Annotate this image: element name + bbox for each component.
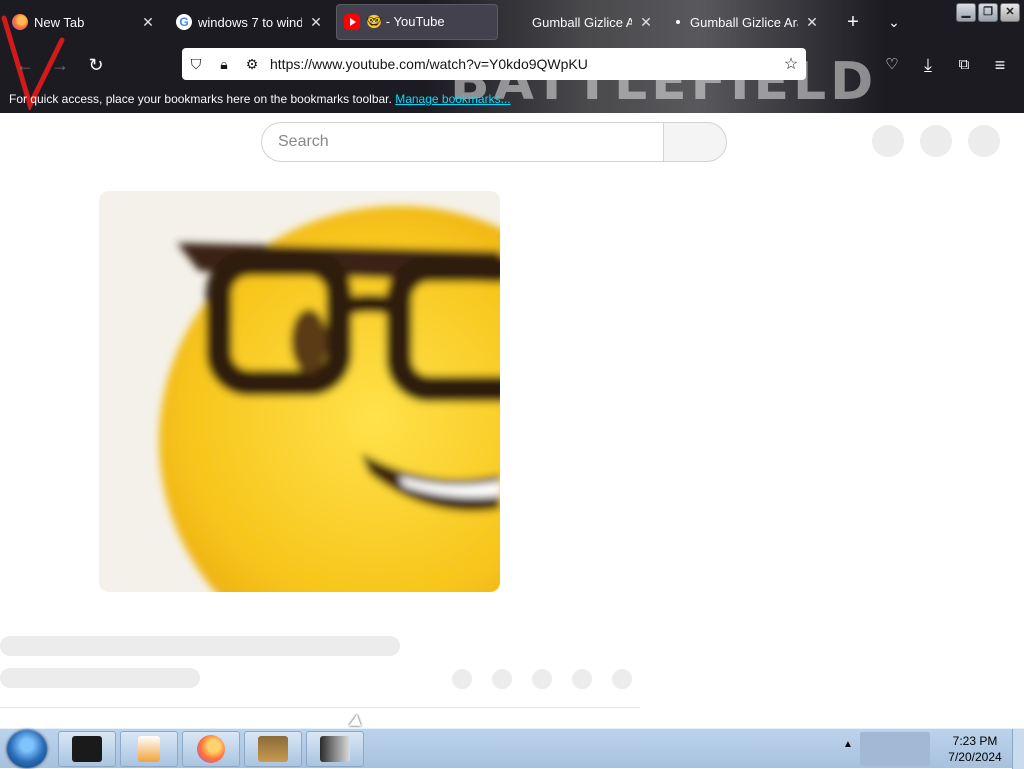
- close-icon[interactable]: ✕: [140, 14, 156, 31]
- restore-icon[interactable]: ❐: [978, 3, 998, 22]
- reload-icon[interactable]: ↻: [83, 53, 109, 77]
- system-tray-icons[interactable]: [860, 732, 930, 766]
- window-controls: ▁ ❐ ✕: [956, 3, 1020, 22]
- tab-gumball-1[interactable]: Gumball Gizlice Arat ✕: [502, 4, 662, 40]
- navigation-toolbar: ← → ↻ ⛉ 🔒︎ ⚙ https://www.youtube.com/wat…: [0, 44, 1024, 86]
- show-desktop-button[interactable]: [1012, 729, 1024, 769]
- manage-bookmarks-link[interactable]: Manage bookmarks...: [395, 92, 510, 106]
- google-icon: G: [176, 14, 192, 30]
- action-skeleton: [492, 669, 512, 689]
- new-tab-plus-icon[interactable]: +: [841, 10, 865, 34]
- avatar-placeholder[interactable]: [968, 125, 1000, 157]
- title-skeleton: [0, 636, 400, 656]
- system-clock[interactable]: 7:23 PM 7/20/2024: [935, 733, 1015, 765]
- content-divider: [0, 707, 640, 708]
- search-button[interactable]: [663, 122, 727, 162]
- tab-new-tab[interactable]: New Tab ✕: [4, 4, 164, 40]
- url-text[interactable]: https://www.youtube.com/watch?v=Y0kdo9QW…: [266, 56, 776, 72]
- close-icon[interactable]: ✕: [308, 14, 324, 31]
- header-icon-placeholder[interactable]: [920, 125, 952, 157]
- extensions-icon[interactable]: ⧉: [951, 53, 977, 77]
- media-player-icon: [138, 736, 160, 762]
- tab-title: Gumball Gizlice Arat: [690, 14, 798, 30]
- taskbar-app-game[interactable]: [244, 731, 302, 767]
- clock-date: 7/20/2024: [948, 750, 1002, 764]
- nerd-face-emoji-image: [99, 191, 500, 592]
- clock-time: 7:23 PM: [952, 734, 998, 748]
- photo-icon: [320, 736, 350, 762]
- header-icon-placeholder[interactable]: [872, 125, 904, 157]
- bookmark-star-icon[interactable]: ☆: [776, 54, 806, 74]
- search-box: [261, 122, 727, 162]
- taskbar-app-media[interactable]: [120, 731, 178, 767]
- action-skeleton: [532, 669, 552, 689]
- downloads-icon[interactable]: ⤓: [915, 53, 941, 77]
- bookmarks-hint-text: For quick access, place your bookmarks h…: [9, 92, 392, 106]
- list-all-tabs-chevron-icon[interactable]: ⌄: [882, 10, 906, 34]
- lock-icon[interactable]: 🔒︎: [210, 56, 238, 73]
- channel-skeleton: [0, 668, 200, 688]
- close-icon[interactable]: ✕: [638, 14, 654, 31]
- taskbar-app-firefox[interactable]: [182, 731, 240, 767]
- forward-arrow-icon[interactable]: →: [47, 53, 73, 77]
- browser-chrome: BATTLEFIELD New Tab ✕ G windows 7 to win…: [0, 0, 1024, 113]
- close-icon[interactable]: ✕: [804, 14, 820, 31]
- taskbar-app-photo[interactable]: [306, 731, 364, 767]
- tracking-shield-icon[interactable]: ⛉: [182, 56, 210, 73]
- video-player-thumbnail[interactable]: [99, 191, 500, 592]
- bookmarks-toolbar: For quick access, place your bookmarks h…: [0, 87, 1024, 112]
- show-hidden-icons-chevron-icon[interactable]: ▲: [843, 739, 853, 750]
- tab-strip: New Tab ✕ G windows 7 to windo ✕ 🤓 - You…: [0, 0, 950, 44]
- youtube-icon: [344, 14, 360, 30]
- start-button[interactable]: [7, 730, 47, 768]
- youtube-page: [0, 113, 1024, 728]
- action-skeleton: [572, 669, 592, 689]
- tab-title: New Tab: [34, 14, 85, 30]
- firefox-icon: [12, 14, 28, 30]
- taskbar-app-terminal[interactable]: [58, 731, 116, 767]
- tab-title: Gumball Gizlice Arat: [532, 14, 632, 30]
- tab-title: windows 7 to windo: [198, 14, 302, 30]
- search-input[interactable]: [261, 122, 663, 162]
- firefox-icon: [197, 735, 225, 763]
- address-bar[interactable]: ⛉ 🔒︎ ⚙ https://www.youtube.com/watch?v=Y…: [182, 48, 806, 80]
- game-box-icon: [258, 736, 288, 762]
- unread-dot-icon: [676, 20, 680, 24]
- action-skeleton: [452, 669, 472, 689]
- tab-gumball-2[interactable]: Gumball Gizlice Arat ✕: [668, 4, 828, 40]
- menu-hamburger-icon[interactable]: ≡: [987, 53, 1013, 77]
- permissions-icon[interactable]: ⚙: [238, 56, 266, 73]
- terminal-icon: [72, 736, 102, 762]
- window-close-icon[interactable]: ✕: [1000, 3, 1020, 22]
- tab-youtube[interactable]: 🤓 - YouTube: [336, 4, 498, 40]
- minimize-icon[interactable]: ▁: [956, 3, 976, 22]
- back-arrow-icon[interactable]: ←: [12, 53, 38, 77]
- pocket-icon[interactable]: ♡: [879, 53, 905, 77]
- tab-google-search[interactable]: G windows 7 to windo ✕: [168, 4, 332, 40]
- action-skeleton: [612, 669, 632, 689]
- windows-taskbar: ▲ 7:23 PM 7/20/2024: [0, 728, 1024, 769]
- tab-title: 🤓 - YouTube: [366, 14, 445, 29]
